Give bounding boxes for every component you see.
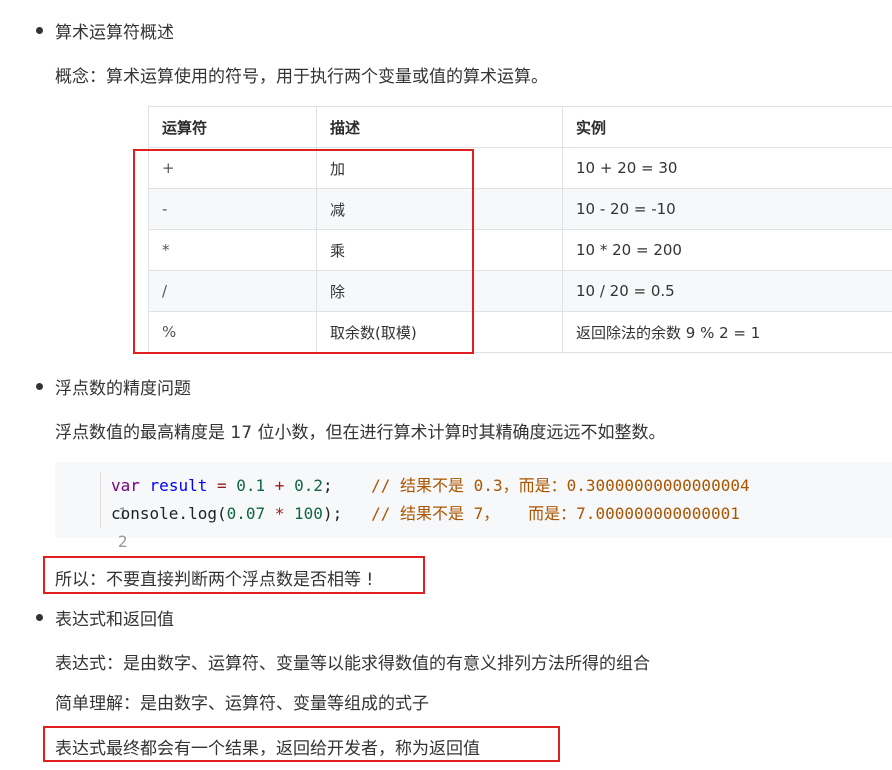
code-keyword: var [111,476,140,495]
table-cell: 10 * 20 = 200 [562,229,892,271]
float-paragraph: 浮点数值的最高精度是 17 位小数，但在进行算术计算时其精确度远远不如整数。 [55,423,666,443]
code-number: 0.2 [294,476,323,495]
section-heading-arithmetic: 算术运算符概述 [36,18,174,43]
line-number: 2 [117,532,128,551]
concept-paragraph: 概念：算术运算使用的符号，用于执行两个变量或值的算术运算。 [55,67,548,87]
table-header: 实例 [562,106,892,148]
table-cell: 10 - 20 = -10 [562,188,892,230]
operators-highlight-box [133,149,474,354]
code-number: 100 [294,504,323,523]
bullet-icon [36,614,43,621]
section-heading-expression: 表达式和返回值 [36,605,174,630]
table-cell: 10 + 20 = 30 [562,147,892,189]
code-punct: ; [322,476,333,495]
table-header: 运算符 [148,106,317,148]
code-block: 1 var result = 0.1 + 0.2; // 结果不是 0.3，而是… [55,462,892,551]
table-header: 描述 [316,106,563,148]
code-number: 0.1 [236,476,266,495]
code-operator: * [265,504,295,523]
bullet-icon [36,383,43,390]
code-variable: result [149,476,208,495]
code-comment: // 结果不是 0.3，而是：0.30000000000000004 [371,476,750,495]
expression-definition: 表达式：是由数字、运算符、变量等以能求得数值的有意义排列方法所得的组合 [55,654,650,674]
code-line-2: console.log(0.07 * 100); // 结果不是 7， 而是：7… [111,500,740,528]
code-operator: + [265,476,295,495]
warning-highlight-box [43,556,425,594]
code-line-1: var result = 0.1 + 0.2; // 结果不是 0.3，而是：0… [111,472,750,500]
heading-text: 浮点数的精度问题 [55,379,191,399]
expression-simple: 简单理解：是由数字、运算符、变量等组成的式子 [55,694,429,714]
table-header-row: 运算符 描述 实例 [148,106,892,148]
heading-text: 表达式和返回值 [55,610,174,630]
code-operator: = [207,476,237,495]
return-highlight-box [43,726,560,762]
table-cell: 返回除法的余数 9 % 2 = 1 [562,311,892,353]
code-number: 0.07 [226,504,266,523]
bullet-icon [36,27,43,34]
code-call: console.log( [111,504,227,523]
code-comment: // 结果不是 7， 而是：7.000000000000001 [371,504,740,523]
code-punct: ); [322,504,343,523]
section-heading-float: 浮点数的精度问题 [36,374,191,399]
heading-text: 算术运算符概述 [55,23,174,43]
table-cell: 10 / 20 = 0.5 [562,270,892,312]
